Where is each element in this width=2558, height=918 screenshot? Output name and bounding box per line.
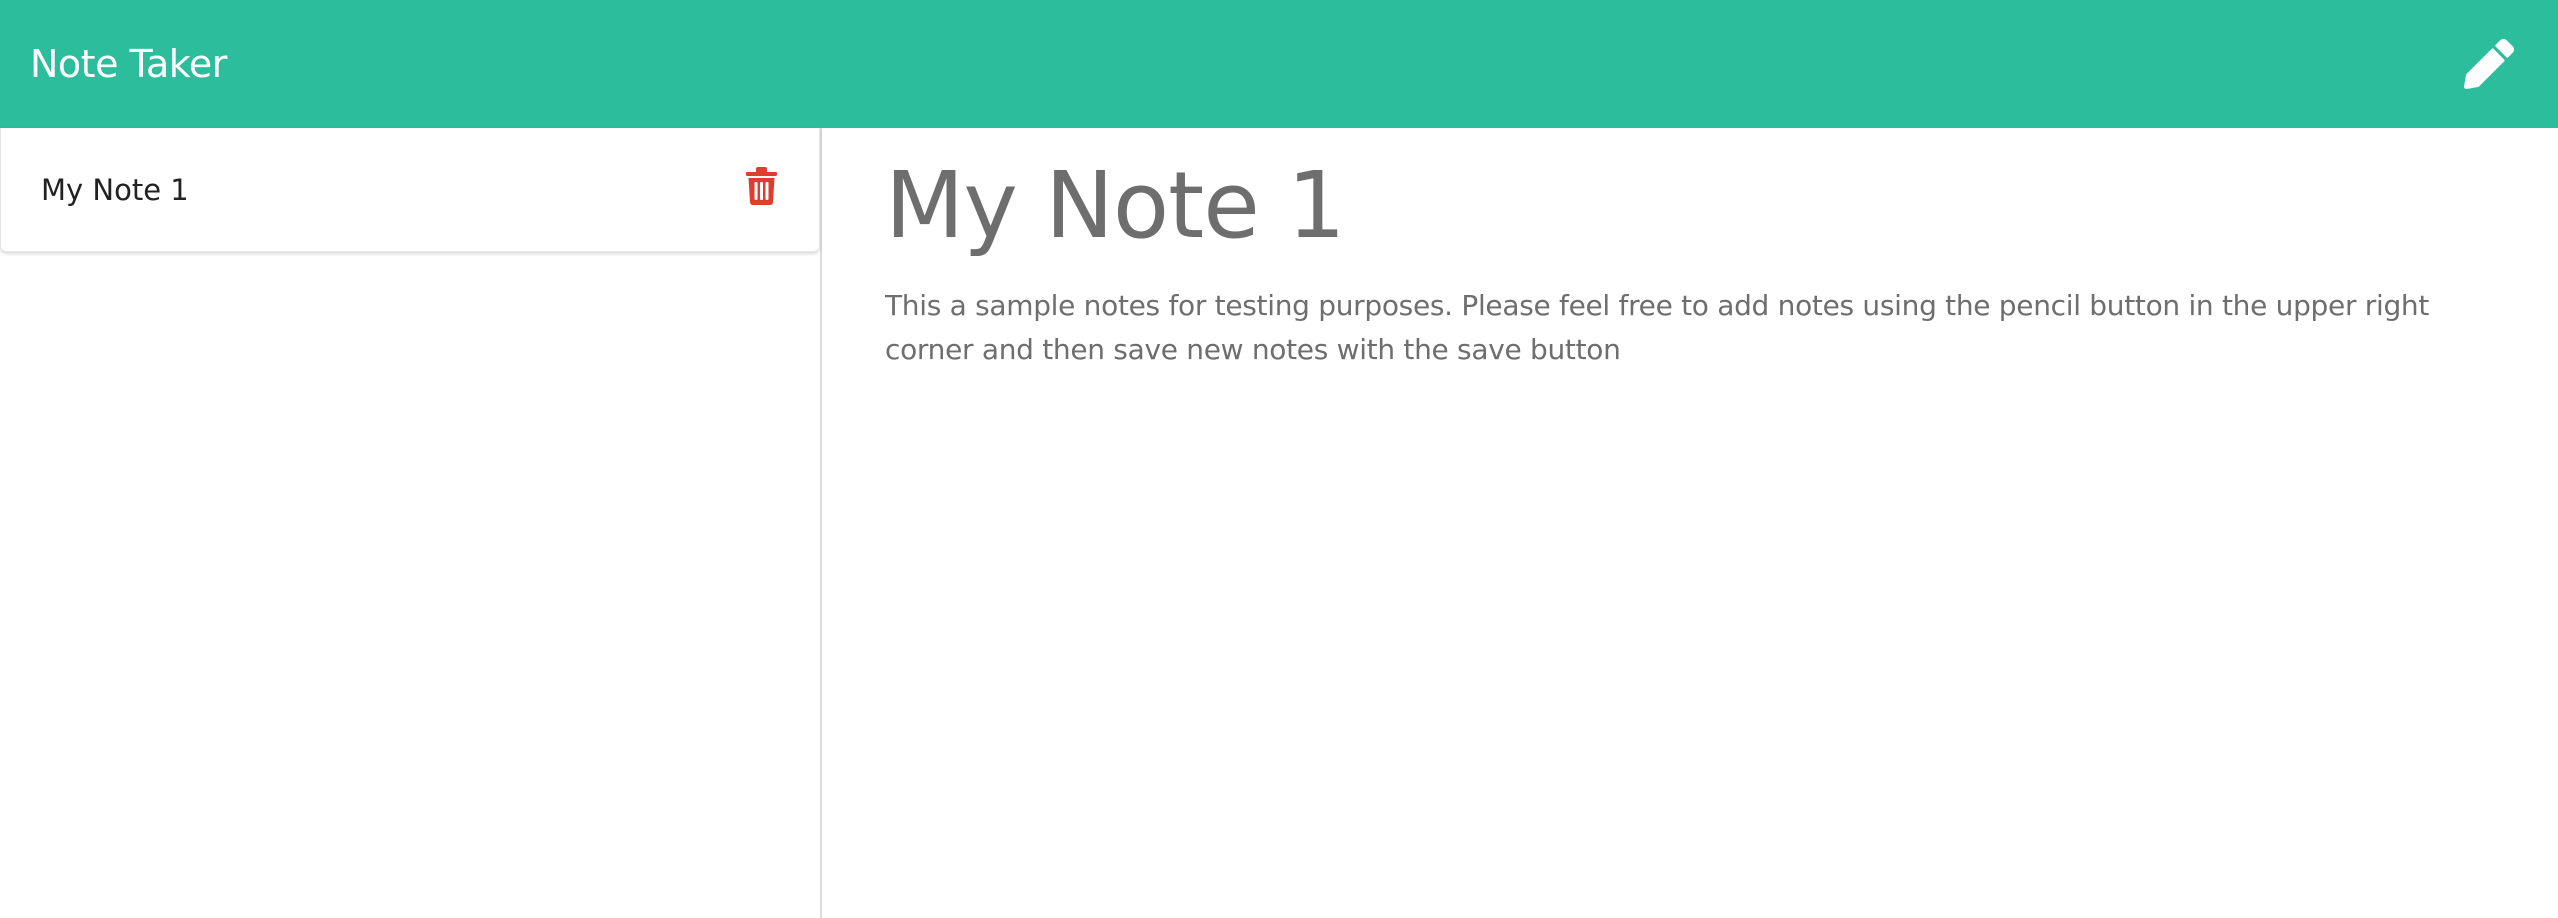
trash-icon: [745, 166, 777, 205]
note-list-title[interactable]: My Note 1: [41, 173, 741, 207]
new-note-button[interactable]: [2456, 31, 2522, 97]
pencil-icon: [2464, 39, 2514, 89]
notes-sidebar: My Note 1: [0, 128, 822, 918]
note-text-area[interactable]: This a sample notes for testing purposes…: [885, 284, 2498, 844]
note-editor: This a sample notes for testing purposes…: [824, 128, 2558, 918]
notes-list: My Note 1: [0, 128, 820, 252]
delete-note-button[interactable]: [741, 164, 781, 208]
navbar: Note Taker: [0, 0, 2558, 128]
app-brand[interactable]: Note Taker: [30, 42, 227, 86]
list-item[interactable]: My Note 1: [0, 128, 820, 252]
note-title-input[interactable]: [885, 146, 2498, 266]
